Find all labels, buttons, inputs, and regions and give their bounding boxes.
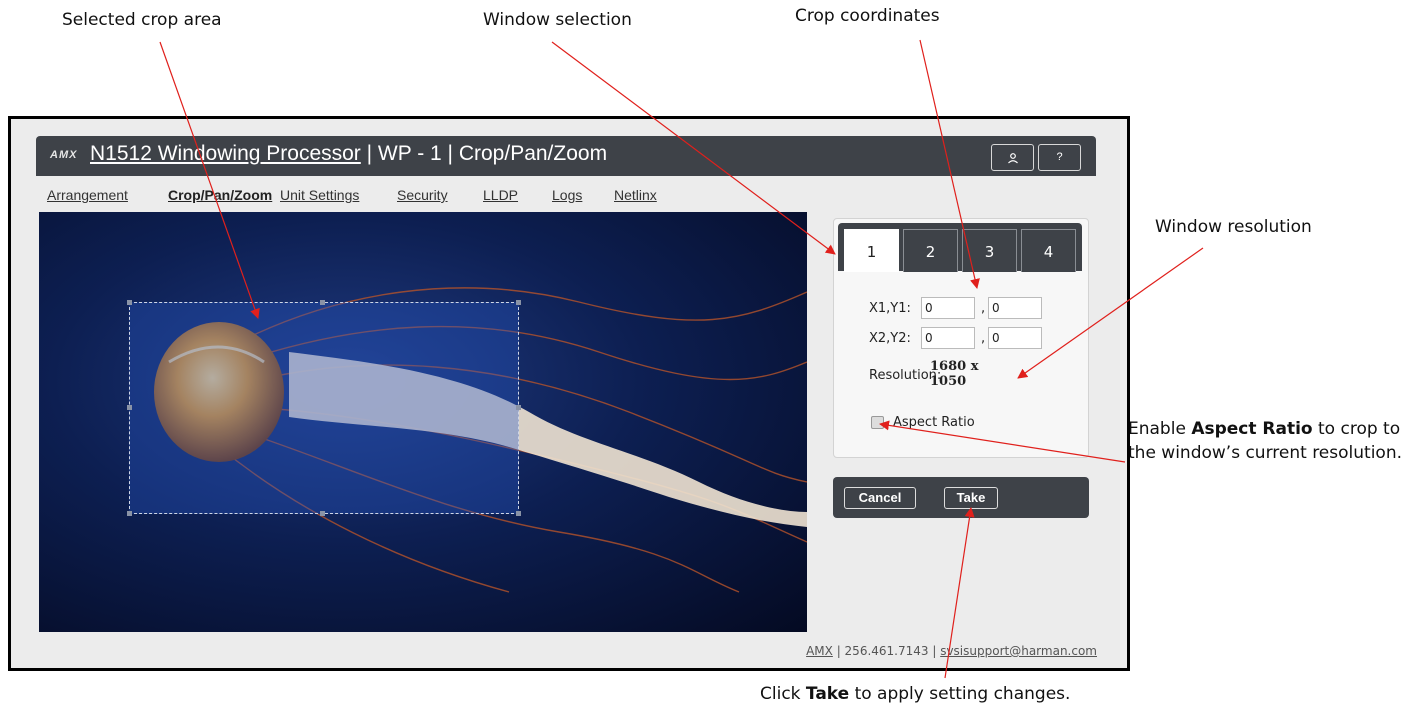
y1-input[interactable] <box>988 297 1042 319</box>
callout-window-resolution: Window resolution <box>1155 217 1312 237</box>
crop-handle-middle-right[interactable] <box>516 405 521 410</box>
aspect-ratio-checkbox[interactable] <box>871 416 884 429</box>
crop-handle-bottom-left[interactable] <box>127 511 132 516</box>
crop-handle-bottom-right[interactable] <box>516 511 521 516</box>
nav-lldp[interactable]: LLDP <box>483 187 518 203</box>
page-title: N1512 Windowing Processor | WP - 1 | Cro… <box>90 142 608 165</box>
y2-input[interactable] <box>988 327 1042 349</box>
crop-handle-top-right[interactable] <box>516 300 521 305</box>
user-button[interactable] <box>991 144 1034 171</box>
x2-input[interactable] <box>921 327 975 349</box>
nav-security[interactable]: Security <box>397 187 448 203</box>
callout-aspect-ratio: Enable Aspect Ratio to crop to the windo… <box>1128 419 1402 463</box>
crop-settings-panel: 1 2 3 4 X1,Y1: , X2,Y2: , Resolution: 16… <box>833 218 1089 458</box>
x1y1-comma: , <box>981 301 986 316</box>
unit-name: WP - 1 <box>377 142 442 165</box>
tab-window-2[interactable]: 2 <box>903 229 958 272</box>
tab-window-1[interactable]: 1 <box>844 229 899 272</box>
callout-take: Click Take to apply setting changes. <box>760 684 1071 704</box>
nav-unit-settings[interactable]: Unit Settings <box>280 187 359 203</box>
action-bar: Cancel Take <box>833 477 1089 518</box>
crop-handle-bottom-center[interactable] <box>320 511 325 516</box>
callout-selected-crop-area: Selected crop area <box>62 10 222 30</box>
footer-amx-link[interactable]: AMX <box>806 644 833 658</box>
help-button[interactable]: ? <box>1038 144 1081 171</box>
x1y1-label: X1,Y1: <box>869 301 911 316</box>
video-preview[interactable] <box>39 212 807 632</box>
nav-netlinx[interactable]: Netlinx <box>614 187 657 203</box>
crop-handle-top-left[interactable] <box>127 300 132 305</box>
nav-logs[interactable]: Logs <box>552 187 582 203</box>
tab-window-4[interactable]: 4 <box>1021 229 1076 272</box>
app-window: AMX N1512 Windowing Processor | WP - 1 |… <box>8 116 1130 671</box>
nav-arrangement[interactable]: Arrangement <box>47 187 128 203</box>
footer-phone: | 256.461.7143 | <box>832 644 941 658</box>
nav-crop-pan-zoom[interactable]: Crop/Pan/Zoom <box>168 187 272 203</box>
aspect-ratio-label[interactable]: Aspect Ratio <box>893 415 975 430</box>
crop-handle-top-center[interactable] <box>320 300 325 305</box>
crop-selection-box[interactable] <box>127 300 521 516</box>
cancel-button[interactable]: Cancel <box>844 487 916 509</box>
x1-input[interactable] <box>921 297 975 319</box>
tab-window-3[interactable]: 3 <box>962 229 1017 272</box>
take-button[interactable]: Take <box>944 487 998 509</box>
title-bar: AMX N1512 Windowing Processor | WP - 1 |… <box>36 136 1096 176</box>
footer-email-link[interactable]: svsisupport@harman.com <box>940 644 1097 658</box>
x2y2-comma: , <box>981 331 986 346</box>
window-tabs: 1 2 3 4 <box>838 223 1082 272</box>
resolution-value: 1680 x 1050 <box>930 359 979 389</box>
footer: AMX | 256.461.7143 | svsisupport@harman.… <box>806 644 1097 658</box>
callout-crop-coordinates: Crop coordinates <box>795 6 940 26</box>
x2y2-label: X2,Y2: <box>869 331 911 346</box>
page-name: Crop/Pan/Zoom <box>458 142 608 165</box>
device-name-link[interactable]: N1512 Windowing Processor <box>90 142 361 165</box>
amx-logo: AMX <box>50 149 78 161</box>
crop-handle-middle-left[interactable] <box>127 405 132 410</box>
callout-window-selection: Window selection <box>483 10 632 30</box>
person-icon <box>1007 153 1018 164</box>
